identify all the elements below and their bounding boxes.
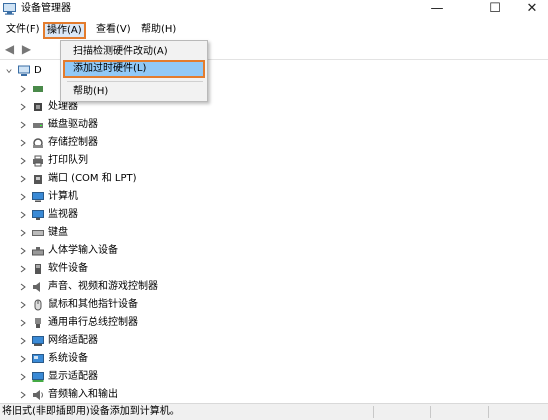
chevron-down-icon[interactable] xyxy=(6,67,12,75)
computer-root-icon xyxy=(18,65,30,76)
tree-item-print-queue[interactable]: 打印队列 xyxy=(0,152,548,170)
tree-item-system-device[interactable]: 系统设备 xyxy=(0,350,548,368)
forward-arrow-icon[interactable]: ▶ xyxy=(20,43,33,56)
device-manager-icon xyxy=(3,3,16,15)
tree-item-label: 计算机 xyxy=(48,191,78,202)
status-bar: 将旧式(非即插即用)设备添加到计算机。 xyxy=(0,403,548,420)
tree-item-storage-controller[interactable]: 存储控制器 xyxy=(0,134,548,152)
network-adapter-icon xyxy=(32,336,44,346)
menu-file[interactable]: 文件(F) xyxy=(3,22,43,39)
mouse-icon xyxy=(34,299,42,311)
cpu-icon xyxy=(34,103,42,111)
tree-item-label: 软件设备 xyxy=(48,263,88,274)
menu-item-help[interactable]: 帮助(H) xyxy=(63,83,205,101)
tree-item-label: 声音、视频和游戏控制器 xyxy=(48,281,158,292)
chevron-right-icon[interactable] xyxy=(20,355,26,363)
tree-item-software-device[interactable]: 软件设备 xyxy=(0,260,548,278)
storage-controller-icon xyxy=(33,138,43,148)
status-divider xyxy=(488,406,489,418)
tree-item-sound[interactable]: 声音、视频和游戏控制器 xyxy=(0,278,548,296)
tree-item-label: 网络适配器 xyxy=(48,335,98,346)
tree-item-display-adapter[interactable]: 显示适配器 xyxy=(0,368,548,386)
audio-io-icon xyxy=(33,390,43,400)
menu-view[interactable]: 查看(V) xyxy=(93,22,134,39)
port-icon xyxy=(34,175,42,184)
chevron-right-icon[interactable] xyxy=(20,103,26,111)
tree-item-label: 系统设备 xyxy=(48,353,88,364)
tree-item-label: 键盘 xyxy=(48,227,68,238)
hid-icon xyxy=(32,247,44,256)
chevron-right-icon[interactable] xyxy=(20,211,26,219)
menu-separator xyxy=(67,81,203,82)
chevron-right-icon[interactable] xyxy=(20,157,26,165)
chevron-right-icon[interactable] xyxy=(20,193,26,201)
tree-item-label: 端口 (COM 和 LPT) xyxy=(48,173,137,184)
back-arrow-icon[interactable]: ◀ xyxy=(3,43,16,56)
tree-item-label: 通用串行总线控制器 xyxy=(48,317,138,328)
tree-item-label: 打印队列 xyxy=(48,155,88,166)
tree-item-usb[interactable]: 通用串行总线控制器 xyxy=(0,314,548,332)
tree-item-label: 音频输入和输出 xyxy=(48,389,118,400)
tree-item-monitor[interactable]: 监视器 xyxy=(0,206,548,224)
tree-item-label: 磁盘驱动器 xyxy=(48,119,98,130)
usb-icon xyxy=(35,318,41,328)
chevron-right-icon[interactable] xyxy=(20,319,26,327)
speaker-icon xyxy=(33,282,40,292)
keyboard-icon xyxy=(32,230,44,236)
tree-item-audio-io[interactable]: 音频输入和输出 xyxy=(0,386,548,404)
tree-item-mouse[interactable]: 鼠标和其他指针设备 xyxy=(0,296,548,314)
tree-item-label: 存储控制器 xyxy=(48,137,98,148)
tree-item-ports[interactable]: 端口 (COM 和 LPT) xyxy=(0,170,548,188)
menu-item-add-legacy-hardware[interactable]: 添加过时硬件(L) xyxy=(63,60,205,78)
menu-item-scan-hardware[interactable]: 扫描检测硬件改动(A) xyxy=(63,43,205,61)
tree-item-network-adapter[interactable]: 网络适配器 xyxy=(0,332,548,350)
device-tree: D 处理器 磁盘驱动器 存储控制器 打印队列 端口 (COM 和 LPT) 计算… xyxy=(0,62,548,402)
tree-item-label: 鼠标和其他指针设备 xyxy=(48,299,138,310)
window-title: 设备管理器 xyxy=(21,3,71,14)
tree-item-label: 监视器 xyxy=(48,209,78,220)
chevron-right-icon[interactable] xyxy=(20,301,26,309)
menu-action[interactable]: 操作(A) xyxy=(43,22,86,39)
tree-item-disk-drive[interactable]: 磁盘驱动器 xyxy=(0,116,548,134)
tree-item-label: 显示适配器 xyxy=(48,371,98,382)
chevron-right-icon[interactable] xyxy=(20,139,26,147)
menu-bar: 文件(F) 操作(A) 查看(V) 帮助(H) xyxy=(0,20,548,40)
title-bar: 设备管理器 — ☐ ✕ xyxy=(0,0,548,19)
tree-item-hid[interactable]: 人体学输入设备 xyxy=(0,242,548,260)
monitor-icon xyxy=(32,210,44,220)
chevron-right-icon[interactable] xyxy=(20,337,26,345)
tree-root-label: D xyxy=(34,65,42,76)
status-divider xyxy=(373,406,374,418)
chevron-right-icon[interactable] xyxy=(20,373,26,381)
chevron-right-icon[interactable] xyxy=(20,247,26,255)
minimize-button[interactable]: — xyxy=(415,0,459,19)
chevron-right-icon[interactable] xyxy=(20,85,26,93)
tree-item-label: 人体学输入设备 xyxy=(48,245,118,256)
tree-item-keyboard[interactable]: 键盘 xyxy=(0,224,548,242)
software-device-icon xyxy=(35,264,41,274)
action-dropdown-menu: 扫描检测硬件改动(A) 添加过时硬件(L) 帮助(H) xyxy=(60,40,208,102)
device-icon xyxy=(33,86,43,92)
display-adapter-icon xyxy=(32,372,44,382)
system-device-icon xyxy=(32,354,44,363)
printer-icon xyxy=(33,155,43,167)
chevron-right-icon[interactable] xyxy=(20,229,26,237)
chevron-right-icon[interactable] xyxy=(20,121,26,129)
chevron-right-icon[interactable] xyxy=(20,175,26,183)
computer-icon xyxy=(32,192,44,202)
chevron-right-icon[interactable] xyxy=(20,283,26,291)
close-button[interactable]: ✕ xyxy=(510,0,548,19)
menu-help[interactable]: 帮助(H) xyxy=(138,22,179,39)
chevron-right-icon[interactable] xyxy=(20,391,26,399)
status-text: 将旧式(非即插即用)设备添加到计算机。 xyxy=(2,406,180,417)
status-divider xyxy=(430,406,431,418)
disk-drive-icon xyxy=(33,123,43,128)
chevron-right-icon[interactable] xyxy=(20,265,26,273)
tree-item-computer[interactable]: 计算机 xyxy=(0,188,548,206)
